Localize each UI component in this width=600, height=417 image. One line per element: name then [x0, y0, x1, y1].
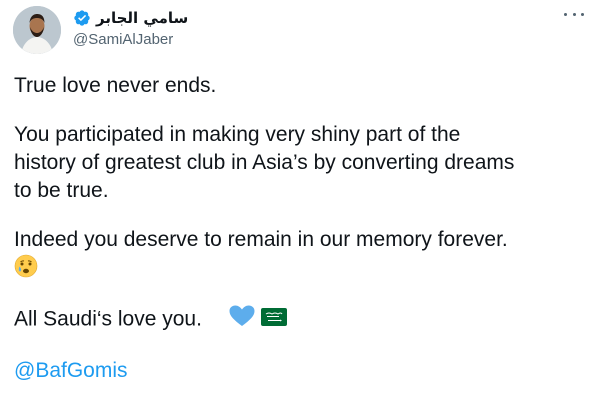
tweet-card: سامي الجابر @SamiAlJaber True love never…: [0, 0, 600, 417]
blue-heart-emoji-icon: [228, 304, 256, 336]
verified-badge-icon: [73, 9, 91, 27]
author-name-row[interactable]: سامي الجابر: [73, 8, 188, 28]
tweet-line-emoji: [14, 254, 594, 282]
tweet-line: to be true.: [14, 179, 109, 202]
more-options-icon[interactable]: [564, 8, 584, 20]
tweet-line-text: All Saudi‘s love you.: [14, 307, 202, 331]
saudi-flag-emoji-icon: [261, 306, 288, 334]
avatar[interactable]: [13, 6, 61, 54]
tweet-line: You participated in making very shiny pa…: [14, 123, 461, 146]
tweet-line: True love never ends.: [14, 74, 217, 97]
crying-face-emoji-icon: [14, 254, 38, 286]
tweet-line: history of greatest club in Asia’s by co…: [14, 151, 515, 174]
tweet-text: True love never ends. You participated i…: [14, 72, 594, 385]
tweet-line: Indeed you deserve to remain in our memo…: [14, 228, 508, 251]
tweet-line: All Saudi‘s love you.: [14, 304, 594, 336]
tweet-line: @BafGomis: [14, 357, 594, 385]
mention-link[interactable]: @BafGomis: [14, 359, 128, 382]
author-display-name: سامي الجابر: [96, 9, 189, 27]
user-photo-icon: [13, 6, 61, 54]
author-handle[interactable]: @SamiAlJaber: [73, 30, 173, 50]
